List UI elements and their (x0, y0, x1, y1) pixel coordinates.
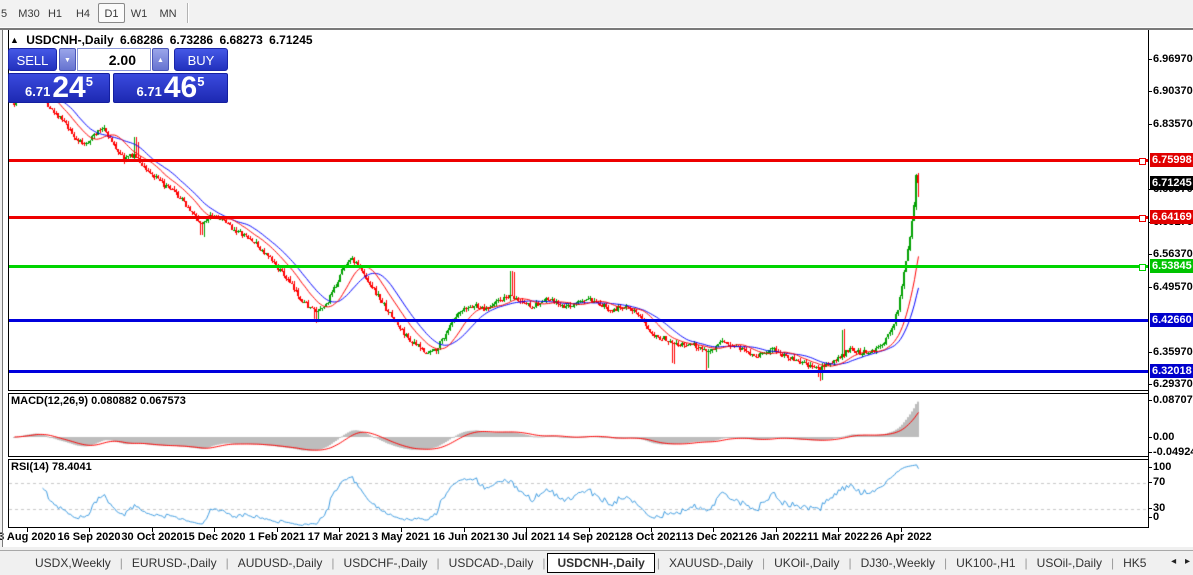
line-price-label: 6.32018 (1150, 364, 1193, 378)
rsi-axis-label: 0 (1153, 511, 1160, 523)
sell-price-big: 24 (52, 71, 86, 104)
date-label: 3 May 2021 (371, 531, 431, 543)
sell-button[interactable]: SELL (8, 48, 57, 71)
date-label: 13 Dec 2021 (681, 531, 745, 543)
date-label: 1 Feb 2021 (248, 531, 306, 543)
chart-marker-icon: ▲ (10, 35, 19, 45)
tab-uk100-h1[interactable]: UK100-,H1 (947, 556, 1024, 570)
macd-axis-label: -0.049247 (1153, 446, 1193, 458)
ohlc-high: 6.73286 (169, 33, 214, 47)
buy-price-sup: 5 (197, 74, 205, 89)
window-frame-top (0, 28, 1193, 30)
timeframe-button-d1[interactable]: D1 (98, 3, 125, 23)
macd-axis-label: 0.087078 (1153, 394, 1193, 406)
timeframe-button-5[interactable]: 5 (0, 3, 10, 23)
lot-increase-button[interactable]: ▲ (152, 48, 169, 71)
horizontal-line-6.64169[interactable] (8, 216, 1148, 219)
timeframe-button-h1[interactable]: H1 (44, 3, 66, 23)
date-label: 26 Jan 2022 (745, 531, 807, 543)
tab-hk5[interactable]: HK5 (1114, 556, 1155, 570)
line-handle[interactable] (1139, 215, 1146, 222)
tab-usoil-daily[interactable]: USOil-,Daily (1028, 556, 1111, 570)
line-handle[interactable] (1139, 264, 1146, 271)
time-axis-line (8, 527, 1149, 528)
tab-scroll-arrows: ◂ ▸ (1165, 556, 1190, 567)
date-label: 15 Dec 2020 (182, 531, 246, 543)
buy-price-display[interactable]: 6.71 46 5 (113, 73, 228, 103)
price-tick-label: 6.29370 (1153, 378, 1193, 390)
date-label: 16 Sep 2020 (57, 531, 121, 543)
ohlc-low: 6.68273 (219, 33, 263, 47)
sell-price-sup: 5 (85, 74, 93, 89)
macd-axis-label: 0.00 (1153, 431, 1175, 443)
timeframe-button-h4[interactable]: H4 (72, 3, 94, 23)
macd-pane-splitter[interactable] (8, 390, 1148, 394)
sell-price-prefix: 6.71 (25, 84, 51, 99)
timeframe-button-w1[interactable]: W1 (127, 3, 151, 23)
date-label: 3 Aug 2020 (0, 531, 56, 543)
metatrader-workspace: { "toolbar": { "timeframes": [ {"label":… (0, 0, 1193, 575)
timeframe-button-m30[interactable]: M30 (14, 3, 44, 23)
price-tick-label: 6.90370 (1153, 85, 1193, 97)
macd-label: MACD(12,26,9) 0.080882 0.067573 (11, 395, 186, 407)
ohlc-open: 6.68286 (119, 33, 164, 47)
price-tick-label: 6.96970 (1153, 53, 1193, 65)
date-label: 17 Mar 2021 (307, 531, 371, 543)
buy-price-prefix: 6.71 (136, 84, 162, 99)
line-price-label: 6.42660 (1150, 313, 1193, 327)
tab-xauusd-daily[interactable]: XAUUSD-,Daily (660, 556, 762, 570)
current-price-label: 6.71245 (1150, 176, 1193, 190)
date-label: 28 Oct 2021 (620, 531, 682, 543)
buy-price-big: 46 (163, 71, 198, 104)
lot-decrease-button[interactable]: ▼ (59, 48, 76, 71)
rsi-pane-splitter[interactable] (8, 456, 1148, 460)
rsi-axis-label: 70 (1153, 476, 1166, 488)
horizontal-line-6.32018[interactable] (8, 370, 1148, 373)
horizontal-line-6.42660[interactable] (8, 319, 1148, 322)
rsi-label: RSI(14) 78.4041 (11, 461, 92, 473)
buy-button[interactable]: BUY (174, 48, 228, 71)
tab-scroll-left-icon[interactable]: ◂ (1171, 556, 1176, 567)
line-price-label: 6.75998 (1150, 153, 1193, 167)
price-tick-label: 6.83570 (1153, 118, 1193, 130)
tab-separator: | (542, 556, 546, 570)
date-label: 11 Mar 2022 (807, 531, 869, 543)
price-tick-label: 6.49570 (1153, 281, 1193, 293)
line-price-label: 6.53845 (1150, 259, 1193, 273)
tab-usdx-weekly[interactable]: USDX,Weekly (26, 556, 120, 570)
tab-eurusd-daily[interactable]: EURUSD-,Daily (123, 556, 226, 570)
tab-usdchf-daily[interactable]: USDCHF-,Daily (335, 556, 437, 570)
chart-title: ▲ USDCNH-,Daily 6.68286 6.73286 6.68273 … (10, 33, 316, 47)
tab-usdcad-daily[interactable]: USDCAD-,Daily (440, 556, 543, 570)
chart-tab-bar: USDX,Weekly | EURUSD-,Daily | AUDUSD-,Daily |… (0, 550, 1193, 575)
toolbar-separator (187, 3, 188, 23)
tab-audusd-daily[interactable]: AUDUSD-,Daily (229, 556, 332, 570)
line-price-label: 6.64169 (1150, 210, 1193, 224)
horizontal-line-6.75998[interactable] (8, 159, 1148, 162)
date-label: 30 Oct 2020 (121, 531, 183, 543)
rsi-axis-label: 100 (1153, 461, 1172, 473)
date-label: 14 Sep 2021 (557, 531, 621, 543)
price-tick-label: 6.35970 (1153, 346, 1193, 358)
date-label: 26 Apr 2022 (870, 531, 932, 543)
window-frame-left (2, 30, 3, 547)
pane-border-left (8, 30, 9, 527)
tab-scroll-right-icon[interactable]: ▸ (1185, 556, 1190, 567)
tab-usdcnh-daily[interactable]: USDCNH-,Daily (547, 553, 655, 573)
ohlc-close: 6.71245 (269, 33, 313, 47)
price-axis-separator (1148, 30, 1149, 527)
chart-symbol: USDCNH-,Daily (26, 33, 114, 47)
lot-size-input[interactable] (77, 48, 151, 71)
sell-price-display[interactable]: 6.71 24 5 (8, 73, 110, 103)
timeframe-toolbar: 5 M30 H1 H4 D1 W1 MN (0, 0, 1193, 27)
tab-dj30-weekly[interactable]: DJ30-,Weekly (852, 556, 944, 570)
date-label: 16 Jun 2021 (432, 531, 496, 543)
date-label: 30 Jul 2021 (496, 531, 556, 543)
tab-ukoil-daily[interactable]: UKOil-,Daily (765, 556, 848, 570)
timeframe-button-mn[interactable]: MN (155, 3, 181, 23)
line-handle[interactable] (1139, 158, 1146, 165)
horizontal-line-6.53845[interactable] (8, 265, 1148, 268)
